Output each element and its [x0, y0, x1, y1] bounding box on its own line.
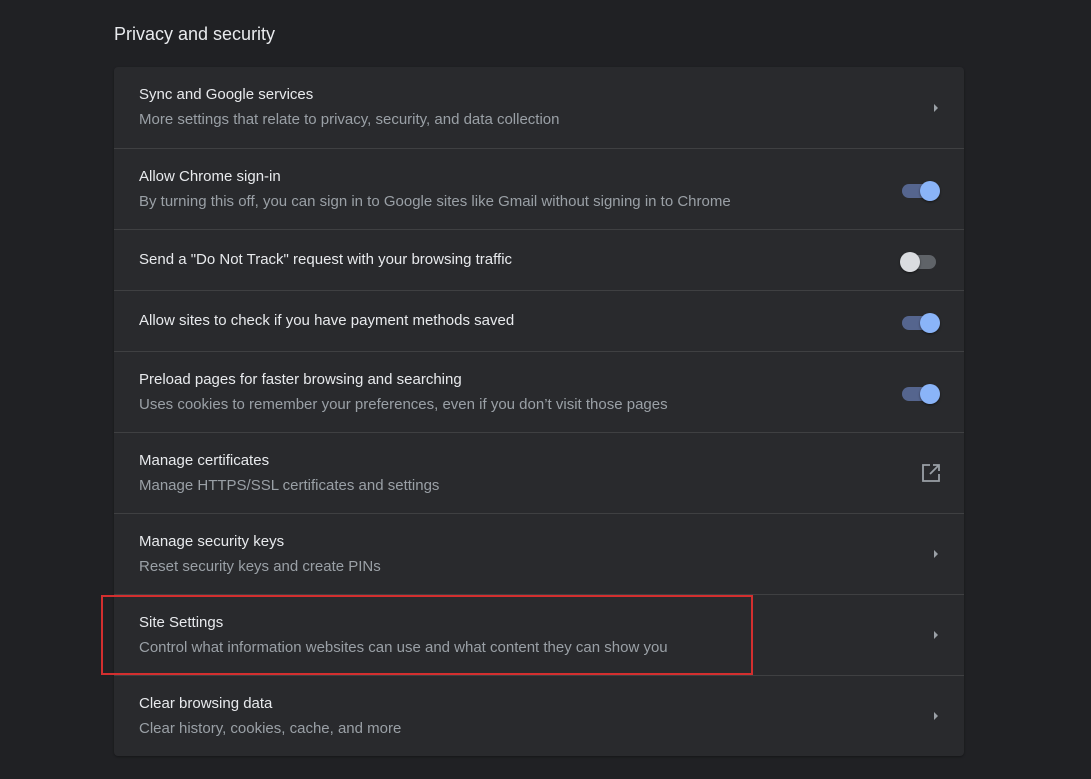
settings-page: Privacy and security Sync and Google ser…: [0, 0, 1091, 779]
row-title: Sync and Google services: [139, 86, 314, 103]
row-title: Clear browsing data: [139, 694, 273, 712]
row-subtitle: Reset security keys and create PINs: [139, 557, 381, 575]
row-subtitle: Clear history, cookies, cache, and more: [139, 719, 402, 737]
chevron-right-icon[interactable]: [928, 627, 944, 643]
section-title: Privacy and security: [114, 24, 276, 44]
row-payment-methods: Allow sites to check if you have payment…: [114, 290, 964, 351]
chevron-right-icon[interactable]: [928, 100, 944, 116]
row-sync-google-services[interactable]: Sync and Google services More settings t…: [114, 67, 964, 148]
payment-methods-toggle[interactable]: [900, 311, 940, 333]
row-subtitle: Uses cookies to remember your preference…: [139, 395, 668, 413]
row-subtitle: More settings that relate to privacy, se…: [139, 111, 560, 128]
row-allow-chrome-signin: Allow Chrome sign-in By turning this off…: [114, 148, 964, 229]
row-title: Allow Chrome sign-in: [139, 167, 281, 185]
row-title: Preload pages for faster browsing and se…: [139, 370, 462, 388]
row-title: Site Settings: [139, 613, 224, 631]
row-subtitle: By turning this off, you can sign in to …: [139, 192, 731, 210]
preload-pages-toggle[interactable]: [900, 382, 940, 404]
row-title: Manage certificates: [139, 451, 270, 469]
row-manage-certificates[interactable]: Manage certificates Manage HTTPS/SSL cer…: [114, 432, 964, 513]
privacy-security-card: Sync and Google services More settings t…: [114, 67, 964, 756]
do-not-track-toggle[interactable]: [900, 250, 940, 272]
row-preload-pages: Preload pages for faster browsing and se…: [114, 351, 964, 432]
chevron-right-icon[interactable]: [928, 546, 944, 562]
row-title: Allow sites to check if you have payment…: [139, 312, 515, 329]
chevron-right-icon[interactable]: [928, 708, 944, 724]
row-title: Manage security keys: [139, 532, 285, 550]
row-do-not-track: Send a "Do Not Track" request with your …: [114, 229, 964, 290]
row-subtitle: Control what information websites can us…: [139, 638, 668, 656]
allow-signin-toggle[interactable]: [900, 179, 940, 201]
external-link-icon[interactable]: [920, 462, 942, 484]
row-subtitle: Manage HTTPS/SSL certificates and settin…: [139, 476, 440, 494]
row-clear-browsing-data[interactable]: Clear browsing data Clear history, cooki…: [114, 675, 964, 756]
row-title: Send a "Do Not Track" request with your …: [139, 251, 513, 268]
row-manage-security-keys[interactable]: Manage security keys Reset security keys…: [114, 513, 964, 594]
row-site-settings[interactable]: Site Settings Control what information w…: [114, 594, 964, 675]
